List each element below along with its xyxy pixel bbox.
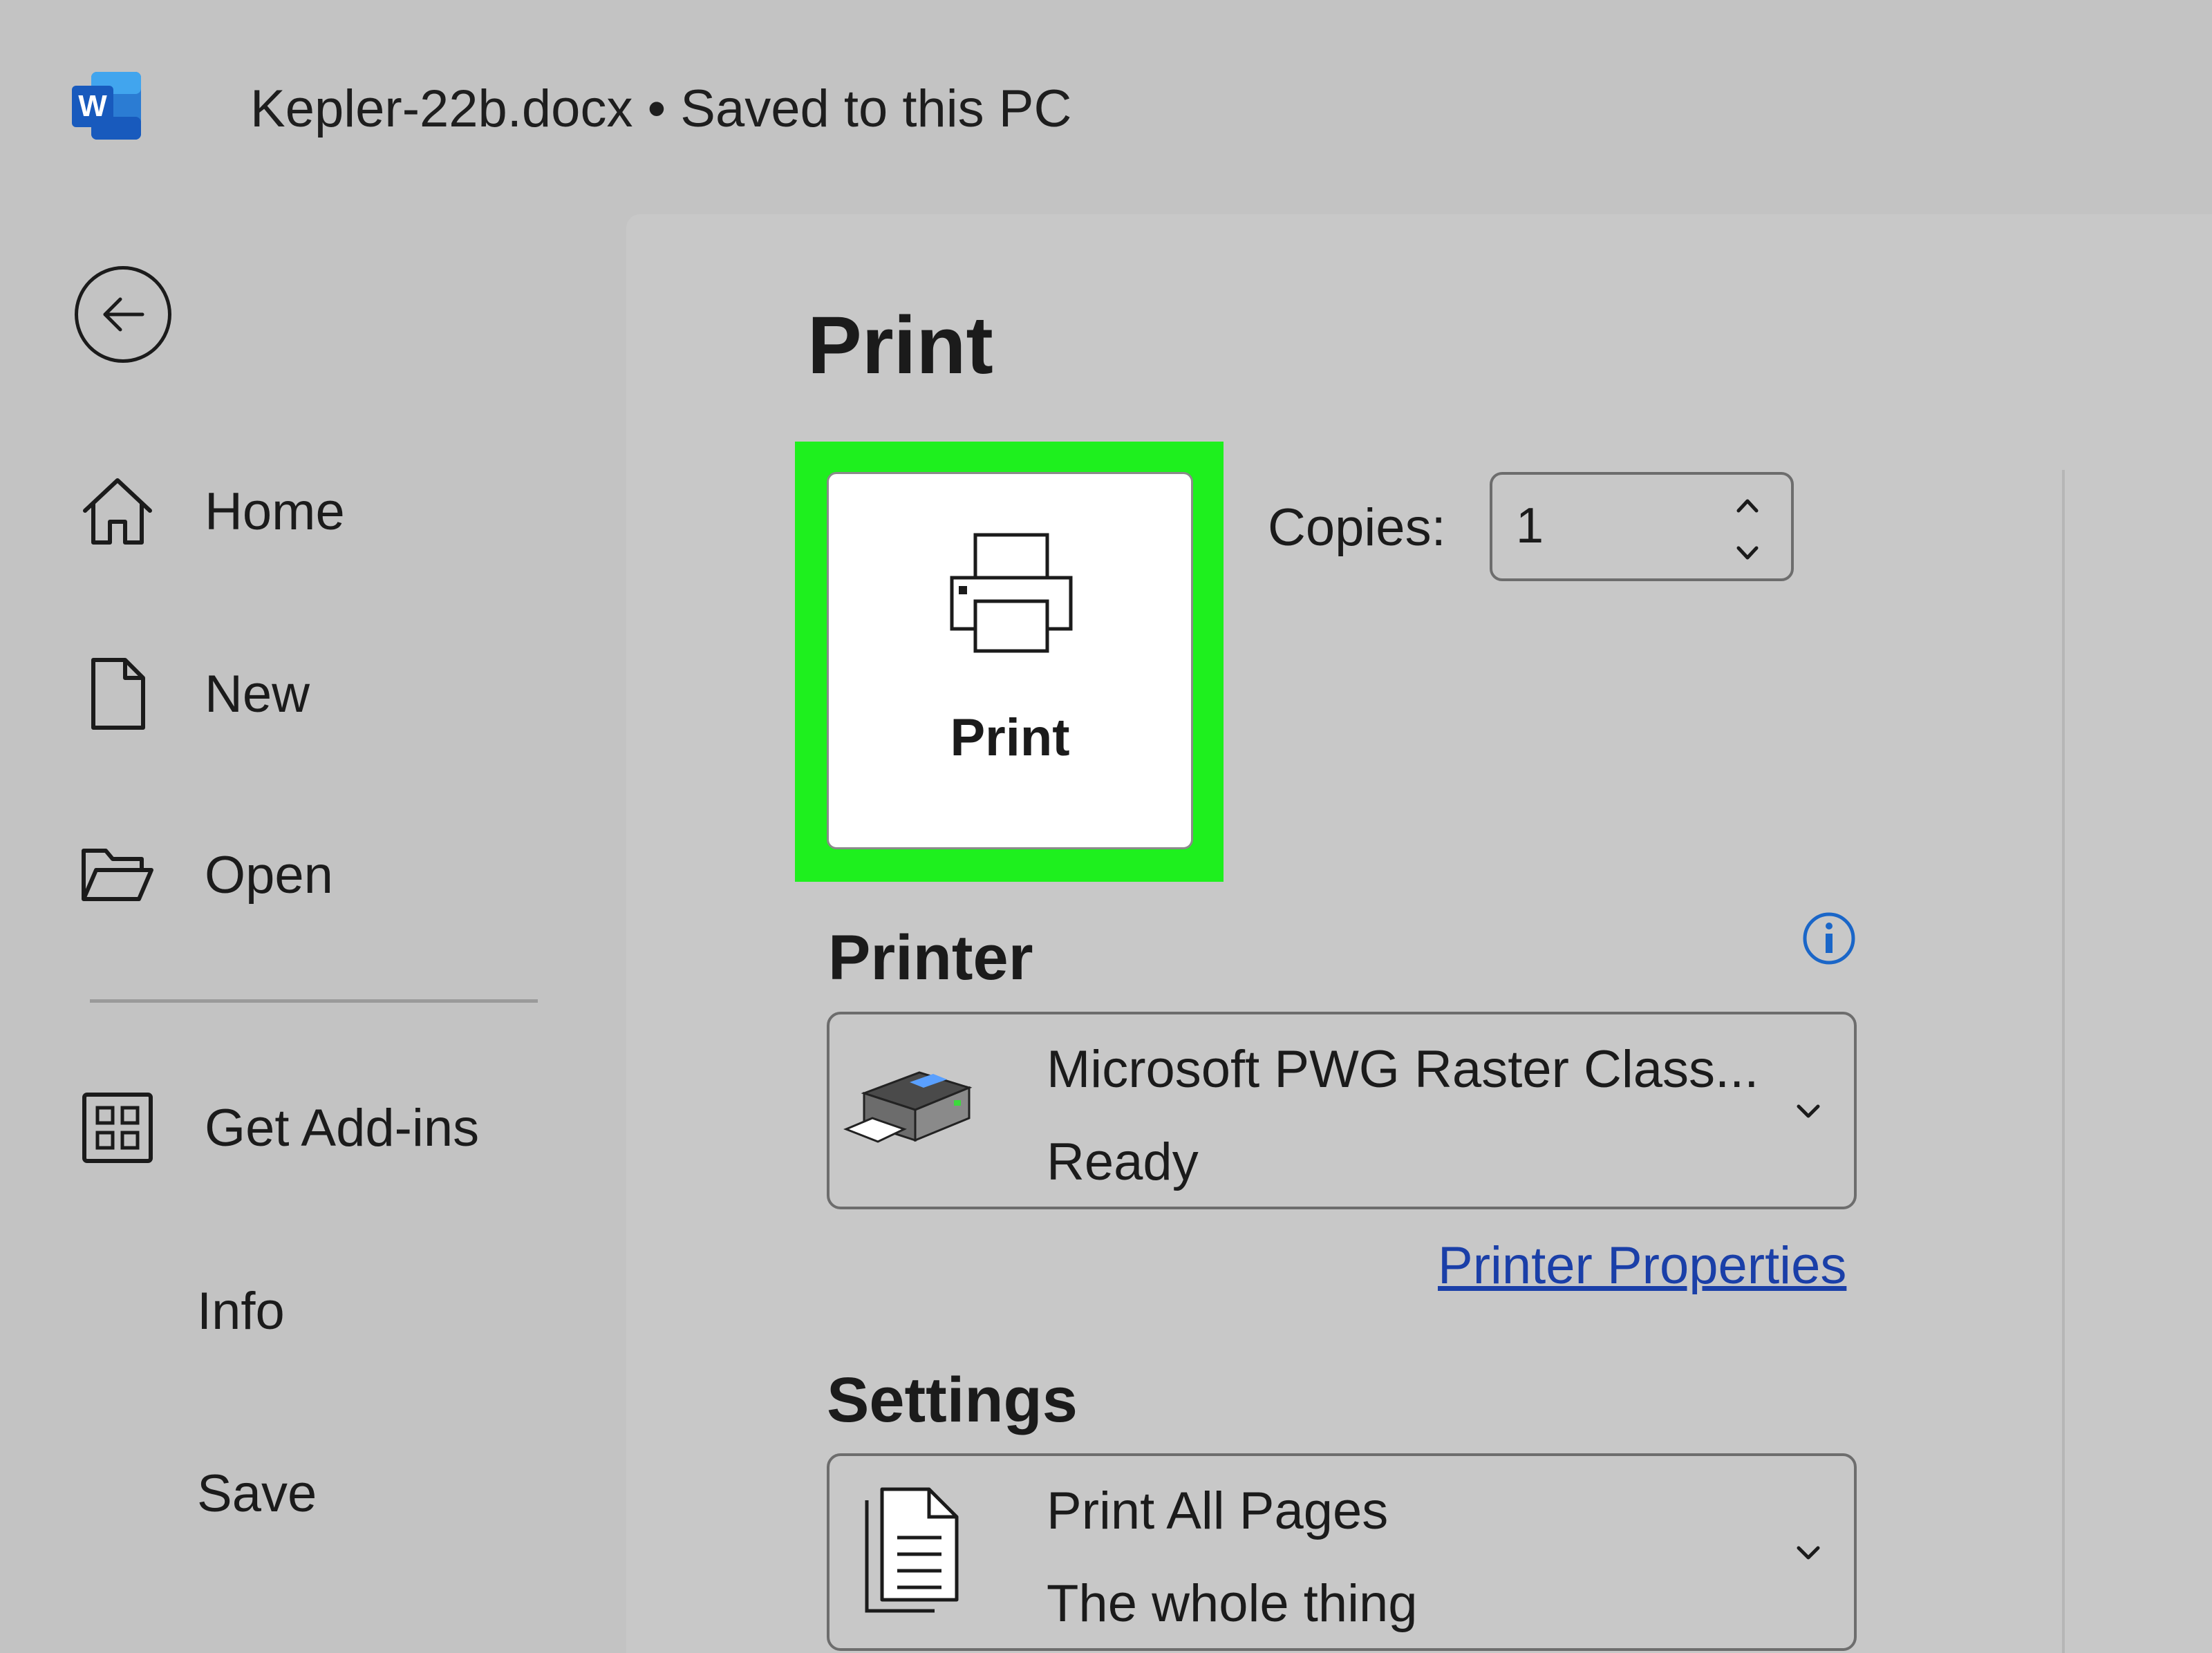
nav-label-get-add-ins: Get Add-ins — [205, 1098, 480, 1158]
chevron-down-icon — [1790, 1094, 1826, 1130]
back-button[interactable] — [75, 266, 171, 363]
nav-divider — [90, 999, 538, 1003]
print-range-dropdown[interactable]: Print All Pages The whole thing — [827, 1453, 1857, 1651]
pages-icon — [860, 1485, 964, 1620]
print-button-label: Print — [950, 708, 1070, 767]
nav-item-get-add-ins[interactable]: Get Add-ins — [76, 1086, 479, 1169]
nav-item-save[interactable]: Save — [197, 1453, 317, 1536]
nav-label-new: New — [205, 664, 310, 724]
svg-text:W: W — [78, 89, 107, 123]
new-document-icon — [76, 652, 159, 735]
print-button[interactable]: Print — [827, 472, 1193, 849]
printer-status: Ready — [1047, 1133, 1199, 1191]
copies-increment-icon[interactable] — [1730, 489, 1765, 523]
nav-item-open[interactable]: Open — [76, 833, 333, 916]
nav-item-info[interactable]: Info — [197, 1270, 285, 1353]
copies-label: Copies: — [1268, 498, 1446, 557]
copies-input[interactable] — [1516, 491, 1723, 560]
nav-label-home: Home — [205, 482, 345, 541]
back-arrow-icon — [103, 297, 144, 332]
printer-properties-link[interactable]: Printer Properties — [1438, 1231, 1846, 1301]
printer-icon — [946, 527, 1078, 661]
window-title: Kepler-22b.docx • Saved to this PC — [250, 79, 1072, 138]
home-icon — [76, 470, 159, 553]
printer-info-icon[interactable] — [1801, 911, 1857, 966]
settings-section-label: Settings — [827, 1365, 1078, 1435]
printer-dropdown[interactable]: Microsoft PWG Raster Class... Ready — [827, 1012, 1857, 1209]
printer-name: Microsoft PWG Raster Class... — [1047, 1040, 1759, 1099]
nav-item-new[interactable]: New — [76, 652, 310, 735]
print-range-option: Print All Pages — [1047, 1482, 1389, 1540]
nav-label-open: Open — [205, 845, 333, 905]
copies-decrement-icon[interactable] — [1730, 536, 1765, 570]
printer-section-label: Printer — [828, 923, 1033, 993]
add-ins-grid-icon — [76, 1086, 159, 1169]
nav-item-home[interactable]: Home — [76, 470, 345, 553]
word-logo-icon: W — [71, 69, 144, 142]
printer-device-icon — [843, 1052, 975, 1159]
chevron-down-icon — [1790, 1536, 1826, 1571]
print-range-description: The whole thing — [1047, 1574, 1418, 1633]
open-folder-icon — [76, 833, 159, 916]
preview-divider — [2062, 470, 2065, 1653]
copies-stepper[interactable] — [1490, 472, 1794, 581]
page-title: Print — [807, 300, 993, 391]
